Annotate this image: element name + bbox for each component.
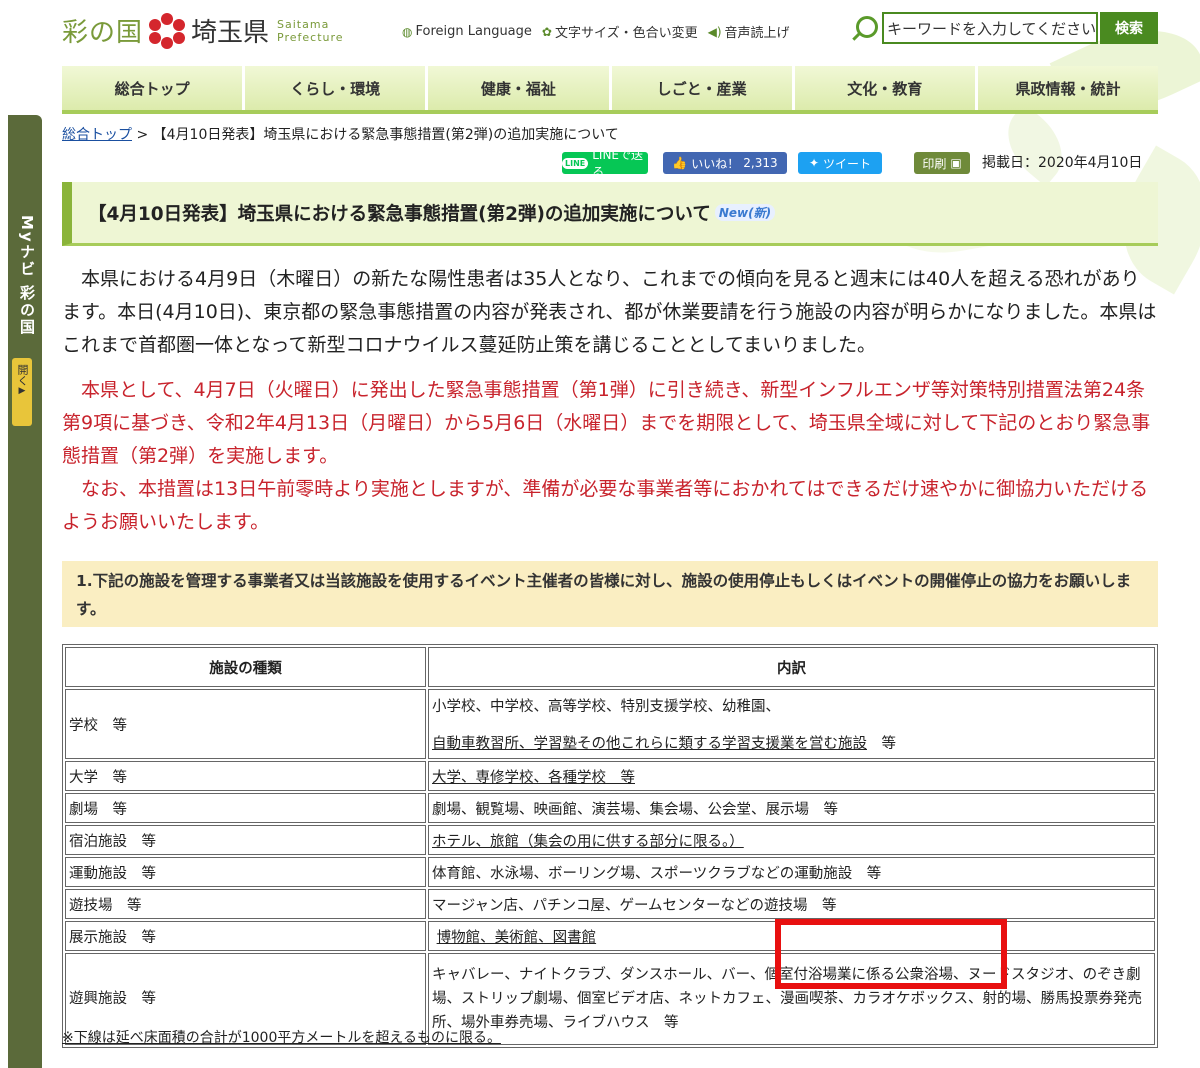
speaker-icon: ◀) [707,24,722,39]
facility-type: 運動施設 等 [65,857,426,887]
table-header-row: 施設の種類 内訳 [65,647,1155,687]
font-color-settings-link[interactable]: ✿ 文字サイズ・色合い変更 [541,22,698,42]
read-aloud-link[interactable]: ◀) 音声読上げ [707,22,790,42]
breadcrumb: 総合トップ > 【4月10日発表】埼玉県における緊急事態措置(第2弾)の追加実施… [62,124,619,144]
notice-paragraph: 本県として、4月7日（火曜日）に発出した緊急事態措置（第1弾）に引き続き、新型イ… [62,374,1158,539]
twitter-bird-icon: ✦ [808,156,820,170]
prefecture-emblem-icon [149,12,186,49]
intro-paragraph-text: 本県における4月9日（木曜日）の新たな陽性患者は35人となり、これまでの傾向を見… [62,268,1157,356]
facebook-like-button[interactable]: 👍 いいね！ 2,313 [663,152,787,174]
nav-item-health[interactable]: 健康・福祉 [428,66,612,110]
published-date: 掲載日：2020年4月10日 [982,155,1143,171]
red-highlight-box [775,919,1007,989]
nav-item-government[interactable]: 県政情報・統計 [977,66,1159,110]
line-share-button[interactable]: LINE LINEで送る [562,148,648,179]
page-title-box: 【4月10日発表】埼玉県における緊急事態措置(第2弾)の追加実施について New… [62,182,1158,246]
print-icon: ▣ [950,156,962,170]
utility-links: ◍ Foreign Language ✿ 文字サイズ・色合い変更 ◀) 音声読上げ [402,22,790,41]
foreign-language-link[interactable]: ◍ Foreign Language [402,22,532,41]
thumbs-up-icon: 👍 [672,156,688,170]
search-button[interactable]: 検索 [1100,12,1158,44]
facility-detail: マージャン店、パチンコ屋、ゲームセンターなどの遊技場 等 [428,889,1155,919]
facility-detail: 体育館、水泳場、ボーリング場、スポーツクラブなどの運動施設 等 [428,857,1155,887]
triangle-right-icon: ▶ [18,386,26,396]
section-heading: 1.下記の施設を管理する事業者又は当該施設を使用するイベント主催者の皆様に対し、… [62,561,1158,627]
like-label: いいね！ [691,156,740,171]
nav-item-top[interactable]: 総合トップ [62,66,246,110]
search-placeholder: キーワードを入力してください [887,19,1097,38]
notice-paragraph-text-2: なお、本措置は13日午前零時より実施としますが、準備が必要な事業者等におかれては… [62,478,1149,533]
foreign-language-label: Foreign Language [415,24,532,39]
notice-paragraph-text-1: 本県として、4月7日（火曜日）に発出した緊急事態措置（第1弾）に引き続き、新型イ… [62,379,1151,467]
site-logo[interactable]: 彩の国 埼玉県 Saitama Prefecture [62,12,344,49]
like-count: 2,313 [743,156,778,170]
my-navi-label: Myナビ 彩の国 [18,215,36,336]
tweet-label: ツイート [823,156,872,171]
facility-type: 遊技場 等 [65,889,426,919]
search-icon [856,16,878,38]
table-row: 大学 等 大学、専修学校、各種学校 等 [65,761,1155,791]
read-aloud-label: 音声読上げ [724,26,790,41]
table-row: 宿泊施設 等 ホテル、旅館（集会の用に供する部分に限る。） [65,825,1155,855]
background-leaf [992,103,1078,187]
nav-item-living[interactable]: くらし・環境 [245,66,429,110]
logo-sai-text: 彩の国 [62,18,144,48]
facility-detail: ホテル、旅館（集会の用に供する部分に限る。） [428,825,1155,855]
line-logo-icon: LINE [562,157,589,169]
logo-ken-text: 埼玉県 [191,18,270,48]
global-nav: 総合トップ くらし・環境 健康・福祉 しごと・産業 文化・教育 県政情報・統計 [62,66,1159,114]
facility-detail-suffix: 等 [867,736,896,752]
table-footnote: ※下線は延べ床面積の合計が1000平方メートルを超えるものに限る。 [62,1030,501,1046]
font-color-settings-label: 文字サイズ・色合い変更 [554,26,698,41]
facility-type: 劇場 等 [65,793,426,823]
table-row: 学校 等 小学校、中学校、高等学校、特別支援学校、幼稚園、 自動車教習所、学習塾… [65,689,1155,759]
table-row: 劇場 等 劇場、観覧場、映画館、演芸場、集会場、公会堂、展示場 等 [65,793,1155,823]
nav-item-culture[interactable]: 文化・教育 [794,66,978,110]
search-input[interactable]: キーワードを入力してください [882,12,1098,44]
sidetab-open-label: 開く [16,364,29,386]
print-button[interactable]: 印刷 ▣ [914,152,970,174]
table-row: 遊技場 等 マージャン店、パチンコ屋、ゲームセンターなどの遊技場 等 [65,889,1155,919]
globe-icon: ◍ [402,24,413,39]
breadcrumb-home-link[interactable]: 総合トップ [62,127,132,143]
tweet-button[interactable]: ✦ ツイート [798,152,882,174]
facility-detail-line: 自動車教習所、学習塾その他これらに類する学習支援業を営む施設 等 [432,732,1151,753]
facility-type: 大学 等 [65,761,426,791]
logo-english-line1: Saitama [277,17,330,31]
table-header-type: 施設の種類 [65,647,426,687]
facility-detail: 劇場、観覧場、映画館、演芸場、集会場、公会堂、展示場 等 [428,793,1155,823]
facility-detail: 小学校、中学校、高等学校、特別支援学校、幼稚園、 自動車教習所、学習塾その他これ… [428,689,1155,759]
print-label: 印刷 [922,156,947,171]
facility-detail-underlined: 博物館、美術館、図書館 [436,929,597,946]
nav-item-work[interactable]: しごと・産業 [611,66,795,110]
table-row: 運動施設 等 体育館、水泳場、ボーリング場、スポーツクラブなどの運動施設 等 [65,857,1155,887]
facility-type: 宿泊施設 等 [65,825,426,855]
gear-icon: ✿ [541,24,552,39]
breadcrumb-current: 【4月10日発表】埼玉県における緊急事態措置(第2弾)の追加実施について [152,127,619,143]
intro-paragraph: 本県における4月9日（木曜日）の新たな陽性患者は35人となり、これまでの傾向を見… [62,263,1158,362]
table-header-detail: 内訳 [428,647,1155,687]
facility-detail-line: 小学校、中学校、高等学校、特別支援学校、幼稚園、 [432,699,780,715]
breadcrumb-separator: > [136,127,149,143]
facility-type: 学校 等 [65,689,426,759]
sidetab-open-button[interactable]: 開く ▶ [12,358,32,426]
logo-english-line2: Prefecture [277,30,344,44]
new-badge-icon: New(新) [714,204,776,221]
logo-english: Saitama Prefecture [277,18,344,44]
facility-detail-underlined: 自動車教習所、学習塾その他これらに類する学習支援業を営む施設 [432,736,867,752]
line-share-label: LINEで送る [592,148,644,179]
facility-detail: 大学、専修学校、各種学校 等 [428,761,1155,791]
page-title: 【4月10日発表】埼玉県における緊急事態措置(第2弾)の追加実施について [88,203,711,225]
facility-type: 展示施設 等 [65,921,426,951]
